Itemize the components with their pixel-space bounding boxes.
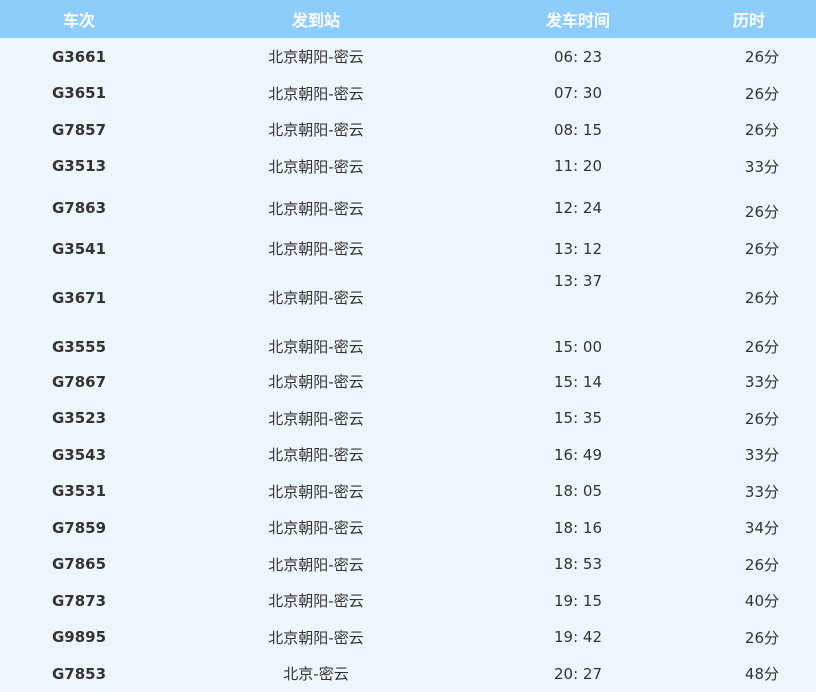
- departure-time: 08: 15: [554, 120, 602, 139]
- station-pair: 北京朝阳-密云: [268, 373, 364, 391]
- station-pair: 北京朝阳-密云: [268, 409, 364, 428]
- table-row: G7857 北京朝阳-密云 08: 15 26分: [0, 111, 816, 148]
- departure-time: 07: 30: [554, 84, 602, 102]
- station-pair: 北京朝阳-密云: [268, 48, 364, 66]
- station-pair: 北京朝阳-密云: [268, 157, 364, 176]
- train-number: G3651: [51, 84, 107, 102]
- departure-time: 20: 27: [554, 664, 602, 683]
- duration: 26分: [744, 84, 779, 103]
- duration: 26分: [744, 555, 779, 574]
- train-number: G3661: [51, 47, 107, 66]
- train-number: G7865: [51, 555, 107, 573]
- departure-time: 18: 05: [554, 482, 602, 500]
- header-station: 发到站: [291, 11, 340, 30]
- departure-time: 12: 24: [554, 199, 602, 217]
- train-number: G3523: [51, 409, 107, 427]
- header-train: 车次: [62, 11, 95, 30]
- train-schedule-table: 车次 发到站 发车时间 历时 G3661 北京朝阳-密云 06: 23 26分 …: [0, 0, 816, 692]
- station-pair: 北京朝阳-密云: [268, 338, 364, 356]
- station-pair: 北京朝阳-密云: [268, 84, 364, 103]
- departure-time: 18: 53: [554, 555, 602, 573]
- train-number: G3555: [51, 337, 107, 356]
- station-pair: 北京朝阳-密云: [268, 289, 364, 307]
- station-pair: 北京朝阳-密云: [268, 519, 364, 537]
- table-row: G7865 北京朝阳-密云 18: 53 26分: [0, 546, 816, 582]
- train-number: G7853: [51, 664, 107, 683]
- duration: 26分: [744, 409, 779, 428]
- duration: 26分: [744, 48, 779, 66]
- train-number: G9895: [51, 628, 107, 646]
- duration: 40分: [744, 592, 779, 610]
- table-body: G3661 北京朝阳-密云 06: 23 26分 G3651 北京朝阳-密云 0…: [0, 38, 816, 692]
- train-number: G7873: [51, 591, 107, 610]
- table-row: G7873 北京朝阳-密云 19: 15 40分: [0, 582, 816, 619]
- departure-time: 19: 15: [554, 591, 602, 610]
- departure-time: 13: 37: [554, 272, 602, 290]
- train-number: G3541: [51, 239, 107, 258]
- station-pair: 北京朝阳-密云: [268, 240, 364, 258]
- station-pair: 北京朝阳-密云: [268, 628, 364, 647]
- train-number: G7859: [51, 518, 107, 537]
- header-duration: 历时: [732, 11, 765, 30]
- station-pair: 北京朝阳-密云: [268, 482, 364, 501]
- header-row: 车次 发到站 发车时间 历时: [0, 0, 816, 38]
- train-number: G7863: [51, 199, 107, 217]
- table-row: G3541 北京朝阳-密云 13: 12 26分: [0, 232, 816, 265]
- duration: 33分: [744, 373, 779, 391]
- duration: 33分: [744, 446, 779, 464]
- train-number: G3531: [51, 482, 107, 500]
- departure-time: 16: 49: [554, 445, 602, 464]
- departure-time: 19: 42: [554, 628, 602, 646]
- header-departure: 发车时间: [545, 11, 610, 30]
- station-pair: 北京朝阳-密云: [268, 199, 364, 218]
- station-pair: 北京-密云: [283, 665, 349, 683]
- duration: 26分: [744, 338, 779, 356]
- departure-time: 11: 20: [554, 157, 602, 175]
- table-row: G3543 北京朝阳-密云 16: 49 33分: [0, 436, 816, 473]
- table-row: G7853 北京-密云 20: 27 48分: [0, 655, 816, 692]
- table-row: G3671 北京朝阳-密云 13: 37 26分: [0, 265, 816, 330]
- train-number: G3671: [51, 288, 107, 307]
- table-row: G7867 北京朝阳-密云 15: 14 33分: [0, 363, 816, 400]
- duration: 26分: [744, 240, 779, 258]
- duration: 26分: [744, 202, 779, 221]
- duration: 33分: [744, 482, 779, 501]
- table-row: G3523 北京朝阳-密云 15: 35 26分: [0, 400, 816, 436]
- departure-time: 15: 00: [554, 337, 602, 356]
- duration: 34分: [744, 519, 779, 537]
- table-row: G9895 北京朝阳-密云 19: 42 26分: [0, 619, 816, 655]
- duration: 26分: [744, 628, 779, 647]
- table-row: G7863 北京朝阳-密云 12: 24 26分: [0, 184, 816, 232]
- table-row: G3531 北京朝阳-密云 18: 05 33分: [0, 473, 816, 509]
- table-row: G3661 北京朝阳-密云 06: 23 26分: [0, 38, 816, 75]
- table-row: G7859 北京朝阳-密云 18: 16 34分: [0, 509, 816, 546]
- duration: 48分: [744, 665, 779, 683]
- departure-time: 13: 12: [554, 239, 602, 258]
- departure-time: 15: 14: [554, 372, 602, 391]
- train-number: G3543: [51, 445, 107, 464]
- departure-time: 06: 23: [554, 47, 602, 66]
- departure-time: 15: 35: [554, 409, 602, 427]
- departure-time: 18: 16: [554, 518, 602, 537]
- table-header: 车次 发到站 发车时间 历时: [0, 0, 816, 38]
- table-row: G3555 北京朝阳-密云 15: 00 26分: [0, 330, 816, 363]
- table-row: G3513 北京朝阳-密云 11: 20 33分: [0, 148, 816, 184]
- duration: 26分: [744, 121, 779, 139]
- station-pair: 北京朝阳-密云: [268, 121, 364, 139]
- station-pair: 北京朝阳-密云: [268, 446, 364, 464]
- train-number: G3513: [51, 157, 107, 175]
- train-number: G7857: [51, 120, 107, 139]
- train-number: G7867: [51, 372, 107, 391]
- table-row: G3651 北京朝阳-密云 07: 30 26分: [0, 75, 816, 111]
- duration: 26分: [744, 289, 779, 307]
- station-pair: 北京朝阳-密云: [268, 592, 364, 610]
- duration: 33分: [744, 157, 779, 176]
- station-pair: 北京朝阳-密云: [268, 555, 364, 574]
